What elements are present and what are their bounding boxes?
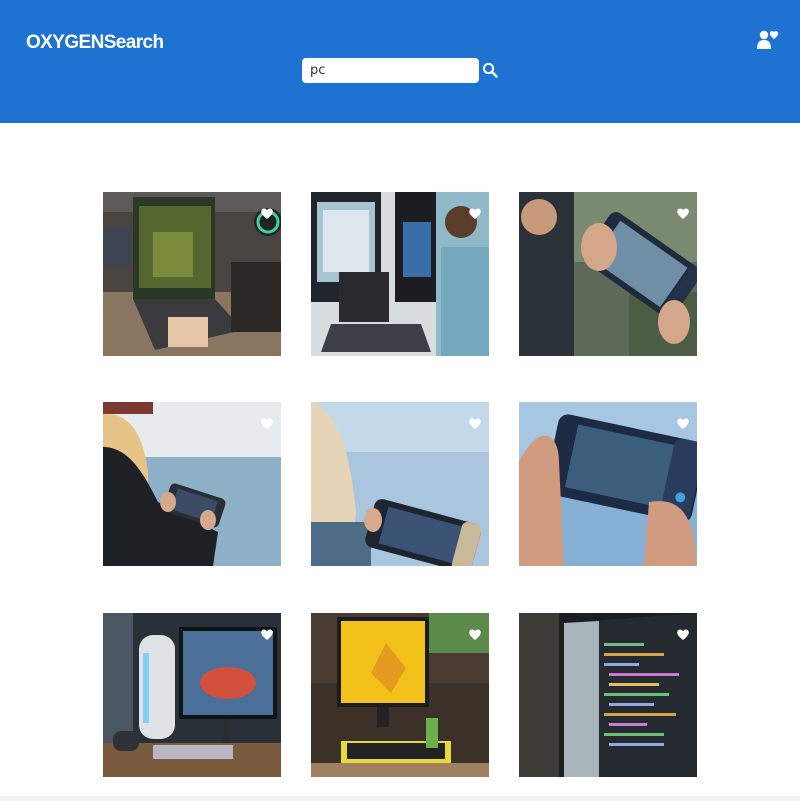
woman-holding-console-photo[interactable] (103, 402, 281, 566)
favorite-heart-icon[interactable] (676, 206, 690, 220)
result-card[interactable] (311, 613, 489, 777)
result-card[interactable] (103, 192, 281, 356)
hands-holding-console-photo[interactable] (519, 402, 697, 566)
favorite-heart-icon[interactable] (260, 206, 274, 220)
gaming-desktop-setup-photo[interactable] (103, 613, 281, 777)
bottom-divider (0, 796, 800, 801)
user-favorites-icon[interactable] (755, 27, 781, 51)
search-input[interactable] (302, 58, 479, 83)
favorite-heart-icon[interactable] (468, 206, 482, 220)
favorite-heart-icon[interactable] (468, 627, 482, 641)
result-card[interactable] (103, 613, 281, 777)
console-blurred-photo[interactable] (311, 402, 489, 566)
favorite-heart-icon[interactable] (260, 416, 274, 430)
man-at-computer-desk-photo[interactable] (311, 192, 489, 356)
result-card[interactable] (519, 613, 697, 777)
result-card[interactable] (311, 192, 489, 356)
result-card[interactable] (311, 402, 489, 566)
favorite-heart-icon[interactable] (468, 416, 482, 430)
brand-logo[interactable]: OXYGENSearch (26, 32, 164, 54)
favorite-heart-icon[interactable] (260, 627, 274, 641)
favorite-heart-icon[interactable] (676, 627, 690, 641)
result-card[interactable] (103, 402, 281, 566)
favorite-heart-icon[interactable] (676, 416, 690, 430)
gaming-laptop-photo[interactable] (103, 192, 281, 356)
result-card[interactable] (519, 192, 697, 356)
search-icon[interactable] (481, 61, 499, 79)
handheld-console-photo[interactable] (519, 192, 697, 356)
top-bar: OXYGENSearch (0, 0, 800, 123)
code-screen-photo[interactable] (519, 613, 697, 777)
result-card[interactable] (519, 402, 697, 566)
yellow-monitor-desk-photo[interactable] (311, 613, 489, 777)
